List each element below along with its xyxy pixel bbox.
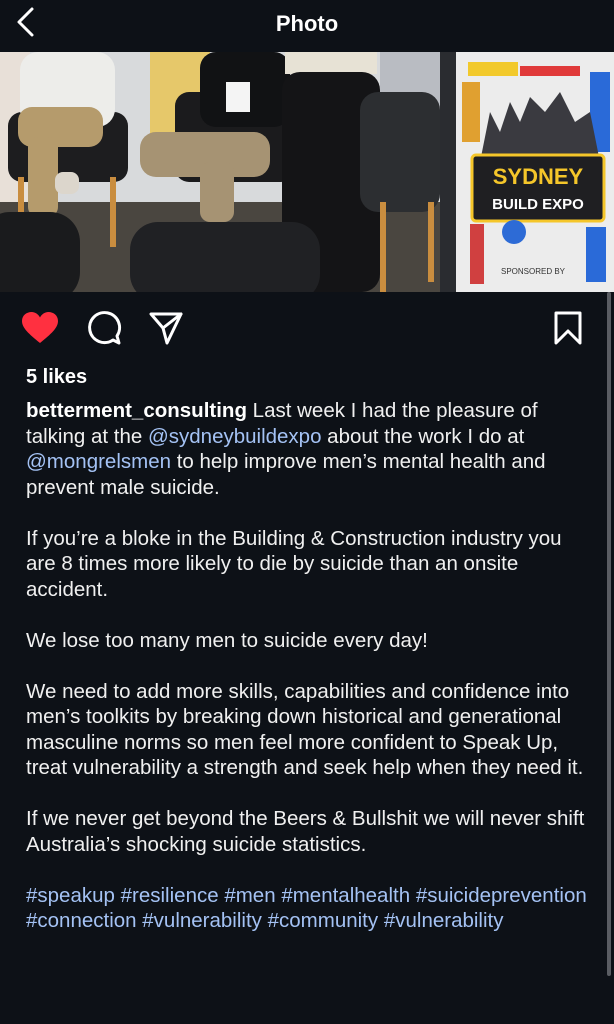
- caption-paragraph-1: betterment_consulting Last week I had th…: [26, 398, 594, 500]
- hashtag-link[interactable]: #speakup: [26, 884, 115, 907]
- hashtag-link[interactable]: #connection: [26, 909, 137, 932]
- comment-icon: [88, 311, 122, 345]
- hashtag-link[interactable]: #men: [224, 884, 275, 907]
- caption-paragraph-5: If we never get beyond the Beers & Bulls…: [26, 807, 585, 856]
- hashtag-link[interactable]: #mentalhealth: [281, 884, 410, 907]
- save-button[interactable]: [548, 308, 588, 348]
- caption-paragraph-2: If you’re a bloke in the Building & Cons…: [26, 526, 562, 601]
- back-button[interactable]: [12, 6, 40, 38]
- heart-filled-icon: [22, 312, 58, 343]
- hashtag-link[interactable]: #vulnerability: [384, 909, 504, 932]
- share-button[interactable]: [146, 308, 186, 348]
- hashtags: #speakup #resilience #men #mentalhealth …: [26, 883, 594, 934]
- sign-line2: BUILD EXPO: [492, 196, 584, 213]
- hashtag-link[interactable]: #community: [268, 909, 379, 932]
- hashtag-link[interactable]: #vulnerability: [142, 909, 262, 932]
- chevron-left-icon: [17, 7, 34, 37]
- caption-paragraph-3: We lose too many men to suicide every da…: [26, 628, 428, 652]
- send-icon: [149, 312, 183, 345]
- hashtag-link[interactable]: #resilience: [121, 884, 219, 907]
- mention-link[interactable]: @sydneybuildexpo: [148, 425, 322, 448]
- scrollbar[interactable]: [607, 292, 611, 976]
- caption-text: about the work I do at: [321, 424, 525, 448]
- username-link[interactable]: betterment_consulting: [26, 399, 247, 422]
- bookmark-icon: [554, 311, 582, 345]
- sign-sponsored: SPONSORED BY: [501, 267, 566, 276]
- post-caption: betterment_consulting Last week I had th…: [26, 398, 594, 959]
- action-bar: [0, 300, 614, 356]
- like-button[interactable]: [20, 308, 60, 348]
- comment-button[interactable]: [84, 308, 124, 348]
- post-photo[interactable]: SYDNEY BUILD EXPO SPONSORED BY: [0, 52, 614, 292]
- top-bar: Photo: [0, 0, 614, 48]
- hashtag-link[interactable]: #suicideprevention: [416, 884, 587, 907]
- page-title: Photo: [275, 11, 339, 36]
- caption-paragraph-4: We need to add more skills, capabilities…: [26, 679, 584, 780]
- likes-count[interactable]: 5 likes: [26, 366, 87, 389]
- mention-link[interactable]: @mongrelsmen: [26, 450, 171, 473]
- sign-line1: SYDNEY: [493, 164, 584, 189]
